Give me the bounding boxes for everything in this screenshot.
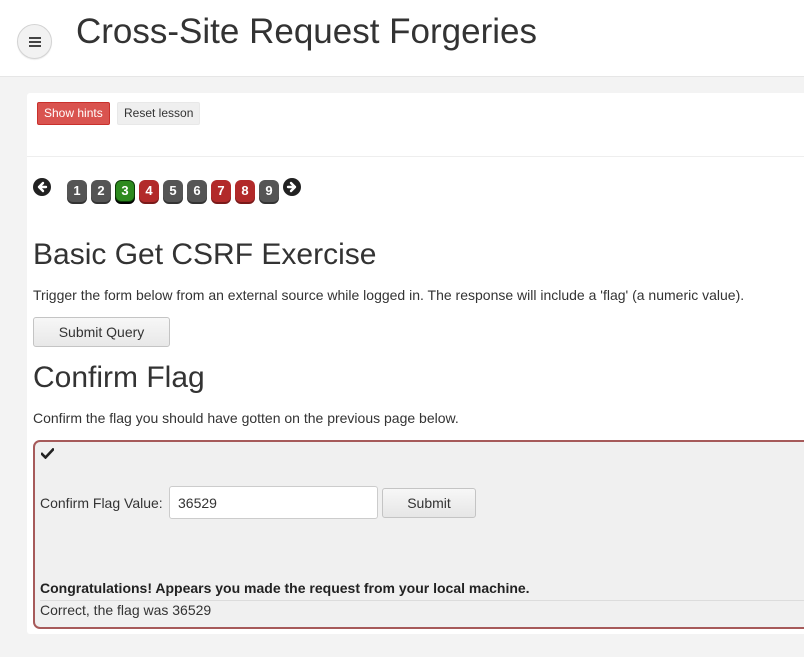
hamburger-menu-icon [28, 36, 41, 47]
next-page-button[interactable] [283, 178, 301, 196]
menu-toggle-button[interactable] [17, 24, 52, 59]
confirm-heading: Confirm Flag [33, 361, 205, 394]
result-message: Correct, the flag was 36529 [40, 602, 212, 618]
top-bar: Cross-Site Request Forgeries [0, 0, 804, 77]
arrow-left-icon [37, 181, 48, 193]
exercise-instruction: Trigger the form below from an external … [33, 287, 745, 303]
arrow-right-icon [286, 181, 297, 193]
page-link-8[interactable]: 8 [235, 180, 255, 202]
congratulations-message: Congratulations! Appears you made the re… [40, 580, 530, 596]
lesson-panel: Show hints Reset lesson 1 2 3 4 5 6 7 8 … [27, 93, 804, 634]
flag-value-label: Confirm Flag Value: [40, 495, 163, 511]
result-divider [40, 600, 804, 601]
confirm-instruction: Confirm the flag you should have gotten … [33, 410, 459, 426]
page-link-7[interactable]: 7 [211, 180, 231, 202]
page-link-2[interactable]: 2 [91, 180, 111, 202]
flag-submit-button[interactable]: Submit [382, 488, 476, 518]
page-link-5[interactable]: 5 [163, 180, 183, 202]
page-link-9[interactable]: 9 [259, 180, 279, 202]
flag-value-input[interactable] [169, 486, 378, 519]
page-link-4[interactable]: 4 [139, 180, 159, 202]
page-link-1[interactable]: 1 [67, 180, 87, 202]
exercise-heading: Basic Get CSRF Exercise [33, 238, 377, 271]
page-link-6[interactable]: 6 [187, 180, 207, 202]
submit-query-button[interactable]: Submit Query [33, 317, 170, 347]
checkmark-icon [41, 448, 54, 459]
divider [27, 156, 804, 157]
page-title: Cross-Site Request Forgeries [76, 12, 537, 51]
page-link-3[interactable]: 3 [115, 180, 135, 202]
reset-lesson-button[interactable]: Reset lesson [117, 102, 201, 125]
previous-page-button[interactable] [33, 178, 51, 196]
show-hints-button[interactable]: Show hints [37, 102, 110, 125]
confirm-flag-form: Confirm Flag Value: Submit Congratulatio… [33, 440, 804, 629]
